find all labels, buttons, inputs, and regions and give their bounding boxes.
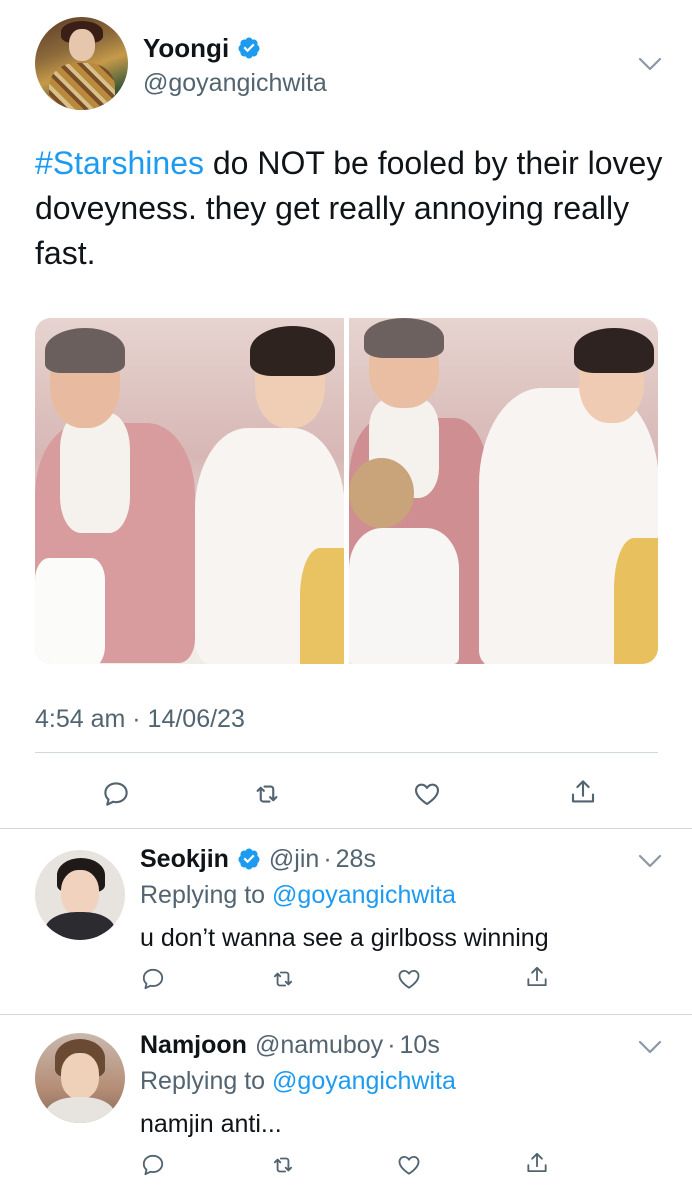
share-button[interactable] xyxy=(524,964,554,994)
reply-header: Seokjin @jin · 28s xyxy=(140,844,376,874)
replying-to-line: Replying to @goyangichwita xyxy=(140,1066,456,1096)
verified-badge-icon xyxy=(238,37,260,59)
share-button[interactable] xyxy=(524,1150,554,1180)
separator-dot: · xyxy=(387,1031,396,1059)
retweet-button[interactable] xyxy=(270,966,300,996)
replying-to-label: Replying to xyxy=(140,1067,273,1095)
replying-to-label: Replying to xyxy=(140,881,273,909)
reply-display-name[interactable]: Seokjin xyxy=(140,844,229,874)
author-avatar[interactable] xyxy=(35,17,128,110)
like-button[interactable] xyxy=(396,966,426,996)
share-icon xyxy=(527,966,547,987)
author-handle[interactable]: @goyangichwita xyxy=(143,68,327,98)
retweet-icon xyxy=(273,971,293,987)
like-button[interactable] xyxy=(409,776,445,812)
retweet-icon xyxy=(273,1157,293,1173)
reply-handle[interactable]: @namuboy xyxy=(255,1030,383,1060)
share-button[interactable] xyxy=(565,774,601,810)
chevron-down-icon[interactable] xyxy=(638,854,662,868)
author-display-name[interactable]: Yoongi xyxy=(143,33,229,63)
reply-avatar[interactable] xyxy=(35,850,125,940)
reply-button[interactable] xyxy=(140,966,170,996)
reply-tweet: Seokjin @jin · 28s Replying to @goyangic… xyxy=(0,828,692,1014)
reply-text: u don’t wanna see a girlboss winning xyxy=(140,924,549,952)
reply-tweet: Namjoon @namuboy · 10s Replying to @goya… xyxy=(0,1014,692,1200)
like-icon xyxy=(398,1155,420,1175)
like-icon xyxy=(414,783,440,806)
tweet-media[interactable] xyxy=(35,318,658,664)
chevron-down-icon[interactable] xyxy=(638,57,662,71)
reply-button[interactable] xyxy=(140,1152,170,1182)
retweet-icon xyxy=(256,785,278,803)
tweet-photo-right[interactable] xyxy=(349,318,658,664)
reply-handle[interactable]: @jin xyxy=(269,844,319,874)
like-icon xyxy=(398,969,420,989)
reply-button[interactable] xyxy=(98,776,134,812)
tweet-photo-left[interactable] xyxy=(35,318,344,664)
retweet-button[interactable] xyxy=(249,776,285,812)
author-name-row: Yoongi xyxy=(143,33,261,63)
like-button[interactable] xyxy=(396,1152,426,1182)
share-icon xyxy=(571,780,595,803)
tweet-body: #Starshines do NOT be fooled by their lo… xyxy=(35,141,665,276)
replying-to-line: Replying to @goyangichwita xyxy=(140,880,456,910)
retweet-button[interactable] xyxy=(270,1152,300,1182)
reply-time[interactable]: 28s xyxy=(336,844,376,874)
replying-to-mention[interactable]: @goyangichwita xyxy=(272,881,456,909)
replying-to-mention[interactable]: @goyangichwita xyxy=(272,1067,456,1095)
divider xyxy=(35,752,658,753)
reply-icon xyxy=(142,1154,164,1176)
reply-display-name[interactable]: Namjoon xyxy=(140,1030,247,1060)
share-icon xyxy=(527,1152,547,1173)
reply-time[interactable]: 10s xyxy=(400,1030,440,1060)
reply-icon xyxy=(142,968,164,990)
reply-avatar[interactable] xyxy=(35,1033,125,1123)
tweet-timestamp[interactable]: 4:54 am · 14/06/23 xyxy=(35,704,245,734)
reply-text: namjin anti... xyxy=(140,1110,282,1138)
chevron-down-icon[interactable] xyxy=(638,1040,662,1054)
separator-dot: · xyxy=(323,845,332,873)
hashtag-link[interactable]: #Starshines xyxy=(35,145,204,181)
main-tweet: Yoongi @goyangichwita #Starshines do NOT… xyxy=(0,0,692,828)
verified-badge-icon xyxy=(238,848,260,870)
reply-icon xyxy=(104,782,128,806)
reply-header: Namjoon @namuboy · 10s xyxy=(140,1030,440,1060)
